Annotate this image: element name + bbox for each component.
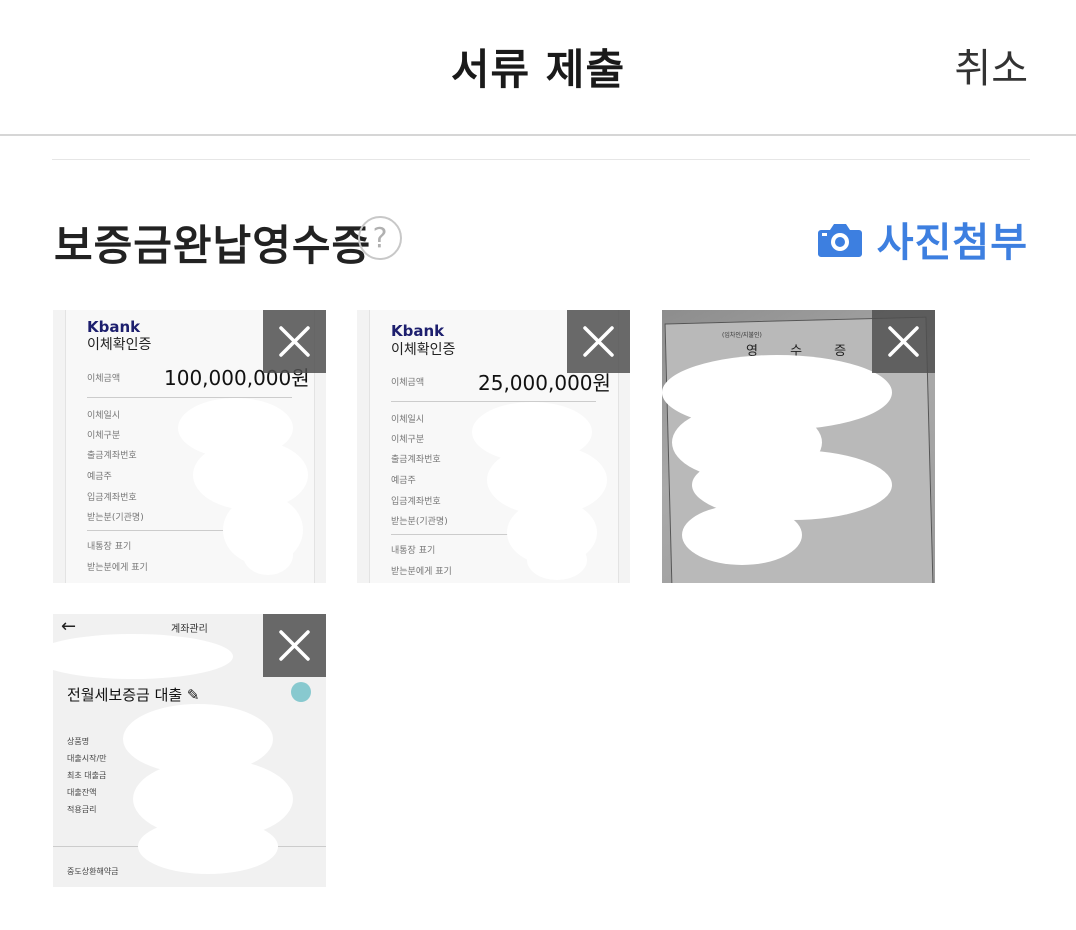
field-label: 대출잔액 <box>67 788 97 797</box>
doc-title: 이체확인증 <box>87 337 152 353</box>
redaction-mark <box>243 535 293 575</box>
divider <box>52 159 1030 160</box>
section-title: 보증금완납영수증 <box>54 221 372 270</box>
remove-attachment-button[interactable] <box>567 310 630 373</box>
close-icon <box>279 630 310 661</box>
amount-label: 이체금액 <box>391 378 425 388</box>
close-icon <box>583 326 614 357</box>
attachment-thumbnail-4[interactable]: ← 계좌관리 전월세보증금 대출 ✎ 상품명 대출시작/만 최초 대출금 대출잔… <box>53 614 326 887</box>
product-name: 전월세보증금 대출 ✎ <box>67 686 200 704</box>
field-label: 예금주 <box>87 472 112 482</box>
field-label: 받는분에게 표기 <box>87 563 148 573</box>
attachment-thumbnail-1[interactable]: Kbank 이체확인증 이체금액 100,000,000원 이체일시 이체구분 … <box>53 310 326 583</box>
screen-title: 계좌관리 <box>171 624 208 635</box>
field-label: 입금계좌번호 <box>391 497 441 507</box>
field-label: 이체일시 <box>87 411 121 421</box>
status-dot <box>291 682 311 702</box>
redaction-mark <box>53 634 233 679</box>
field-label: 상품명 <box>67 737 90 746</box>
attachment-thumbnail-3[interactable]: (임차인/지불인) 영 수 증 <box>662 310 935 583</box>
close-icon <box>888 326 919 357</box>
field-label: 예금주 <box>391 476 416 486</box>
separator <box>87 397 292 398</box>
field-label: 받는분에게 표기 <box>391 567 452 577</box>
field-label: 적용금리 <box>67 805 97 814</box>
field-label: 출금계좌번호 <box>87 451 137 461</box>
camera-icon <box>817 224 862 257</box>
field-label: 이체구분 <box>87 431 121 441</box>
attachment-thumbnail-2[interactable]: Kbank 이체확인증 이체금액 25,000,000원 이체일시 이체구분 출… <box>357 310 630 583</box>
top-bar: 서류 제출 취소 <box>0 0 1076 136</box>
field-label: 받는분(기관명) <box>87 513 144 523</box>
separator <box>391 401 596 402</box>
cancel-button[interactable]: 취소 <box>954 36 1028 94</box>
field-label: 출금계좌번호 <box>391 455 441 465</box>
remove-attachment-button[interactable] <box>263 310 326 373</box>
redaction-mark <box>138 819 278 874</box>
remove-attachment-button[interactable] <box>872 310 935 373</box>
field-label: 최초 대출금 <box>67 771 107 780</box>
back-arrow-icon: ← <box>61 616 77 637</box>
field-label: 이체구분 <box>391 435 425 445</box>
brand-label: Kbank <box>391 322 445 340</box>
field-label: 받는분(기관명) <box>391 517 448 527</box>
field-label: 중도상환해약금 <box>67 867 119 876</box>
doc-title: 이체확인증 <box>391 342 456 358</box>
field-label: 대출시작/만 <box>67 754 107 763</box>
field-label: 입금계좌번호 <box>87 493 137 503</box>
page-title: 서류 제출 <box>450 45 626 94</box>
redaction-mark <box>527 540 587 580</box>
remove-attachment-button[interactable] <box>263 614 326 677</box>
attach-photo-label: 사진첨부 <box>876 220 1028 266</box>
field-label: 내통장 표기 <box>87 542 132 552</box>
receipt-caption: (임차인/지불인) <box>722 332 762 339</box>
field-label: 내통장 표기 <box>391 546 436 556</box>
close-icon <box>279 326 310 357</box>
help-icon[interactable]: ? <box>358 216 402 260</box>
redaction-mark <box>682 505 802 565</box>
attach-photo-button[interactable]: 사진첨부 <box>817 214 1028 266</box>
field-label: 이체일시 <box>391 415 425 425</box>
amount-label: 이체금액 <box>87 374 121 384</box>
